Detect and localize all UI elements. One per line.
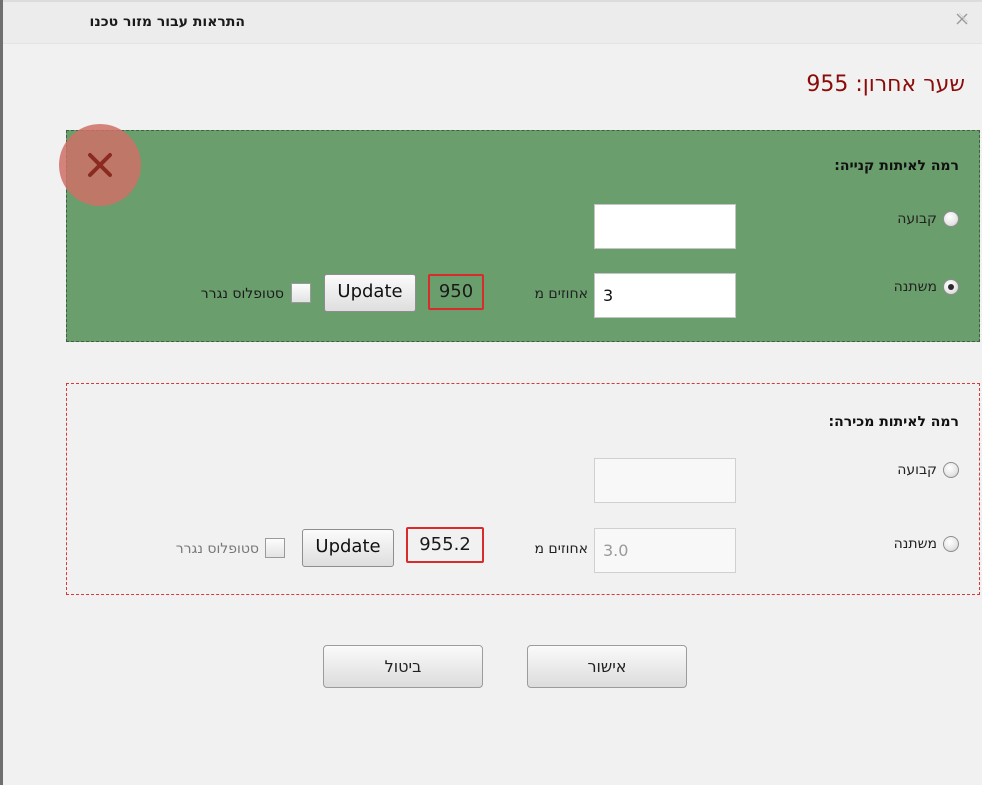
sell-fixed-radio[interactable] (943, 462, 959, 478)
sell-variable-option[interactable]: משתנה (894, 536, 959, 552)
sell-variable-label: משתנה (893, 536, 937, 552)
sell-signal-panel: רמה לאיתות מכירה: קבועה משתנה 3.0 אחוזים… (66, 383, 980, 595)
buy-trailing-stop-label: סטופלוס נגרר (200, 286, 284, 302)
sell-fixed-label: קבועה (897, 462, 937, 478)
buy-percent-label: אחוזים מ (534, 286, 588, 302)
delete-x-icon[interactable] (59, 124, 141, 206)
sell-trailing-stop-checkbox[interactable] (265, 538, 285, 558)
buy-fixed-option[interactable]: קבועה (897, 211, 959, 227)
sell-percent-input[interactable]: 3.0 (594, 528, 736, 573)
buy-fixed-radio[interactable] (943, 211, 959, 227)
sell-panel-title: רמה לאיתות מכירה: (828, 414, 959, 430)
buy-update-button[interactable]: Update (324, 274, 416, 312)
buy-variable-option[interactable]: משתנה (894, 279, 959, 295)
sell-trailing-stop-label: סטופלוס נגרר (175, 541, 259, 557)
cancel-button[interactable]: ביטול (323, 645, 483, 688)
sell-variable-radio[interactable] (943, 536, 959, 552)
buy-fixed-label: קבועה (897, 211, 937, 227)
sell-fixed-option[interactable]: קבועה (897, 462, 959, 478)
sell-fixed-input[interactable] (594, 458, 736, 503)
ok-button[interactable]: אישור (527, 645, 687, 688)
buy-reference-value: 950 (428, 274, 484, 310)
close-icon[interactable] (953, 12, 971, 30)
buy-fixed-input[interactable] (594, 204, 736, 249)
sell-percent-label: אחוזים מ (534, 541, 588, 557)
alerts-dialog: התראות עבור מזור טכנו שער אחרון: 955 רמה… (0, 0, 982, 785)
buy-trailing-stop-checkbox[interactable] (291, 283, 311, 303)
buy-signal-panel: רמה לאיתות קנייה: קבועה משתנה 3 אחוזים מ… (66, 130, 980, 342)
dialog-title: התראות עבור מזור טכנו (89, 14, 245, 30)
buy-panel-title: רמה לאיתות קנייה: (834, 158, 959, 174)
title-bar: התראות עבור מזור טכנו (3, 0, 982, 44)
buy-variable-radio[interactable] (943, 279, 959, 295)
sell-update-button[interactable]: Update (302, 529, 394, 567)
sell-reference-value: 955.2 (406, 527, 484, 563)
buy-variable-label: משתנה (893, 279, 937, 295)
buy-percent-input[interactable]: 3 (594, 273, 736, 318)
last-price: שער אחרון: 955 (806, 72, 965, 97)
